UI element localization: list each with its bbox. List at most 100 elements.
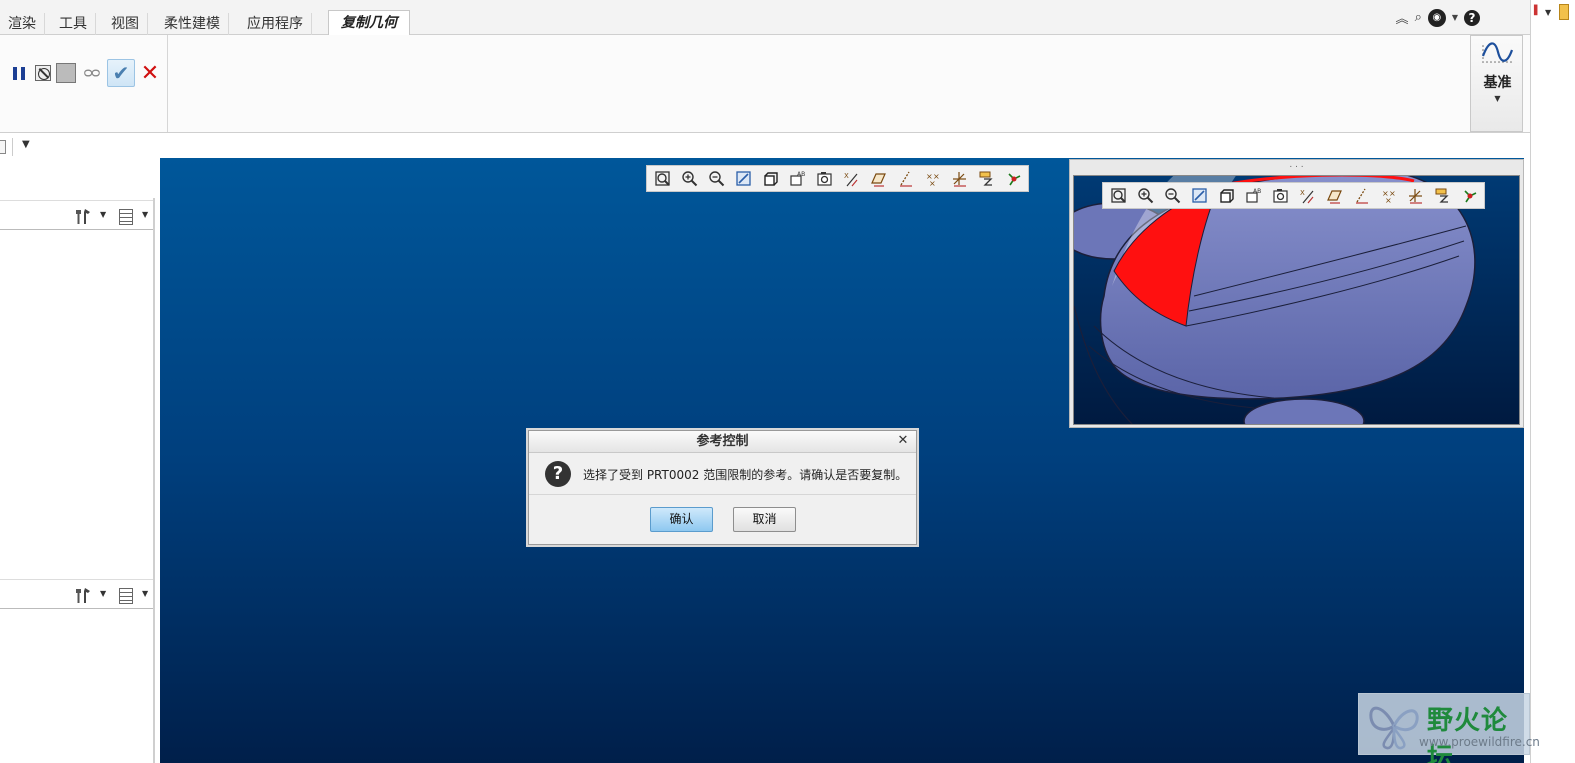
tab-tools[interactable]: 工具 [51,13,96,35]
cancel-button[interactable]: 取消 [733,507,796,532]
spin-center-button[interactable] [1001,168,1025,189]
tab-copy-geometry[interactable]: 复制几何 [328,10,410,36]
refit-icon [654,171,670,186]
pause-button[interactable] [8,62,30,84]
svg-text:X: X [844,172,849,180]
axis-display-icon [1355,188,1368,204]
chevron-down-icon[interactable]: ▼ [1452,13,1458,22]
svg-text:×: × [1385,196,1392,204]
tab-render[interactable]: 渲染 [0,13,45,35]
spin-center-icon [1007,173,1020,186]
svg-text:AB: AB [797,171,805,178]
point-display-button[interactable]: × × × [1376,185,1400,206]
static-preview-button[interactable] [55,62,77,84]
close-icon[interactable]: ✕ [896,434,910,448]
csys-display-icon [952,172,966,187]
view-manager-icon [1272,189,1288,203]
datum-display-icon: X [1300,189,1313,204]
annotation-display-button[interactable] [1430,185,1454,206]
point-display-button[interactable]: × × × [920,168,944,189]
svg-text:×: × [929,179,936,187]
axis-display-button[interactable] [893,168,917,189]
view-manager-button[interactable] [1268,185,1292,206]
search-icon[interactable]: ⌕ [1415,10,1422,25]
chevron-down-icon[interactable]: ▼ [100,210,106,219]
tab-applications[interactable]: 应用程序 [239,13,312,35]
axis-display-icon [899,171,912,187]
saved-orientations-icon: AB [1245,188,1261,203]
plane-display-button[interactable] [866,168,890,189]
dashboard-controls-group: ᴑᴑ ✔ ✕ [0,35,168,132]
cancel-feature-button[interactable]: ✕ [139,60,161,86]
chevron-down-icon[interactable]: ▼ [142,210,148,219]
watermark-title: 野火论坛 [1427,706,1509,763]
show-list-icon[interactable] [117,587,135,604]
list-icon [119,208,133,225]
settings-tools-icon[interactable] [74,208,92,225]
no-preview-button[interactable] [32,62,54,84]
reference-control-dialog: 参考控制 ✕ ? 选择了受到 PRT0002 范围限制的参考。请确认是否要复制。… [528,430,917,545]
settings-tools-icon[interactable] [74,587,92,604]
spin-center-icon [1463,190,1476,203]
top-right-controls: ︽ ⌕ ◉ ▼ ? [1396,8,1480,27]
zoom-in-button[interactable] [677,168,701,189]
chevron-down-icon[interactable]: ▼ [100,589,106,598]
repaint-button[interactable] [731,168,755,189]
watermark-url: www.proewildfire.cn [1419,735,1540,749]
minimize-ribbon-icon[interactable]: ︽ [1396,8,1409,27]
show-list-icon[interactable] [117,208,135,225]
saved-orientations-button[interactable]: AB [785,168,809,189]
sub-window-graphics[interactable]: AB X × × × [1073,175,1520,425]
zoom-out-button[interactable] [704,168,728,189]
tab-flexible-modeling[interactable]: 柔性建模 [156,13,229,35]
verify-preview-button[interactable]: ᴑᴑ [80,62,102,84]
view-manager-button[interactable] [812,168,836,189]
zoom-out-icon [708,171,724,187]
model-preview-image [1074,176,1476,424]
chevron-down-icon[interactable]: ▼ [1545,8,1551,17]
community-icon[interactable]: ◉ [1427,8,1446,27]
panel-splitter[interactable] [153,198,155,763]
accept-button[interactable]: ✔ [107,59,135,87]
help-icon[interactable]: ? [1464,9,1480,26]
sub-window-drag-handle[interactable]: . . . [1070,160,1523,174]
repaint-button[interactable] [1187,185,1211,206]
document-icon[interactable] [0,140,6,154]
tab-view[interactable]: 视图 [103,13,148,35]
quick-access-bar: ▼ [0,134,160,158]
datum-curve-icon [1481,42,1513,63]
datum-label: 基准 [1483,75,1512,91]
display-style-button[interactable] [1214,185,1238,206]
model-tree-toolbar: ▼ ▼ [0,200,153,230]
zoom-in-button[interactable] [1133,185,1157,206]
chevron-down-icon[interactable]: ▼ [142,589,148,598]
datum-button[interactable]: 基准 ▼ [1470,35,1523,132]
datum-display-button[interactable]: X [839,168,863,189]
csys-display-button[interactable] [947,168,971,189]
forum-watermark: 野火论坛 www.proewildfire.cn [1358,693,1540,763]
saved-orientations-button[interactable]: AB [1241,185,1265,206]
refit-button[interactable] [1106,185,1130,206]
svg-text:AB: AB [1253,188,1261,195]
axis-display-button[interactable] [1349,185,1373,206]
display-style-button[interactable] [758,168,782,189]
zoom-in-icon [1137,188,1153,204]
spin-center-button[interactable] [1457,185,1481,206]
sub-window: . . . AB X × × × [1069,159,1524,428]
chevron-down-icon[interactable]: ▼ [22,139,30,150]
repaint-icon [1191,188,1207,203]
folder-icon[interactable] [1559,4,1569,20]
svg-text:X: X [1300,189,1305,197]
checkmark-icon: ✔ [112,61,130,85]
zoom-out-button[interactable] [1160,185,1184,206]
close-icon: ✕ [140,60,160,86]
confirm-button[interactable]: 确认 [650,507,713,532]
chevron-down-icon: ▼ [1494,94,1501,103]
csys-display-button[interactable] [1403,185,1427,206]
display-style-icon [1219,189,1234,203]
refit-button[interactable] [650,168,674,189]
marker-icon: ▌ [1534,6,1541,16]
annotation-display-button[interactable] [974,168,998,189]
datum-display-button[interactable]: X [1295,185,1319,206]
plane-display-button[interactable] [1322,185,1346,206]
